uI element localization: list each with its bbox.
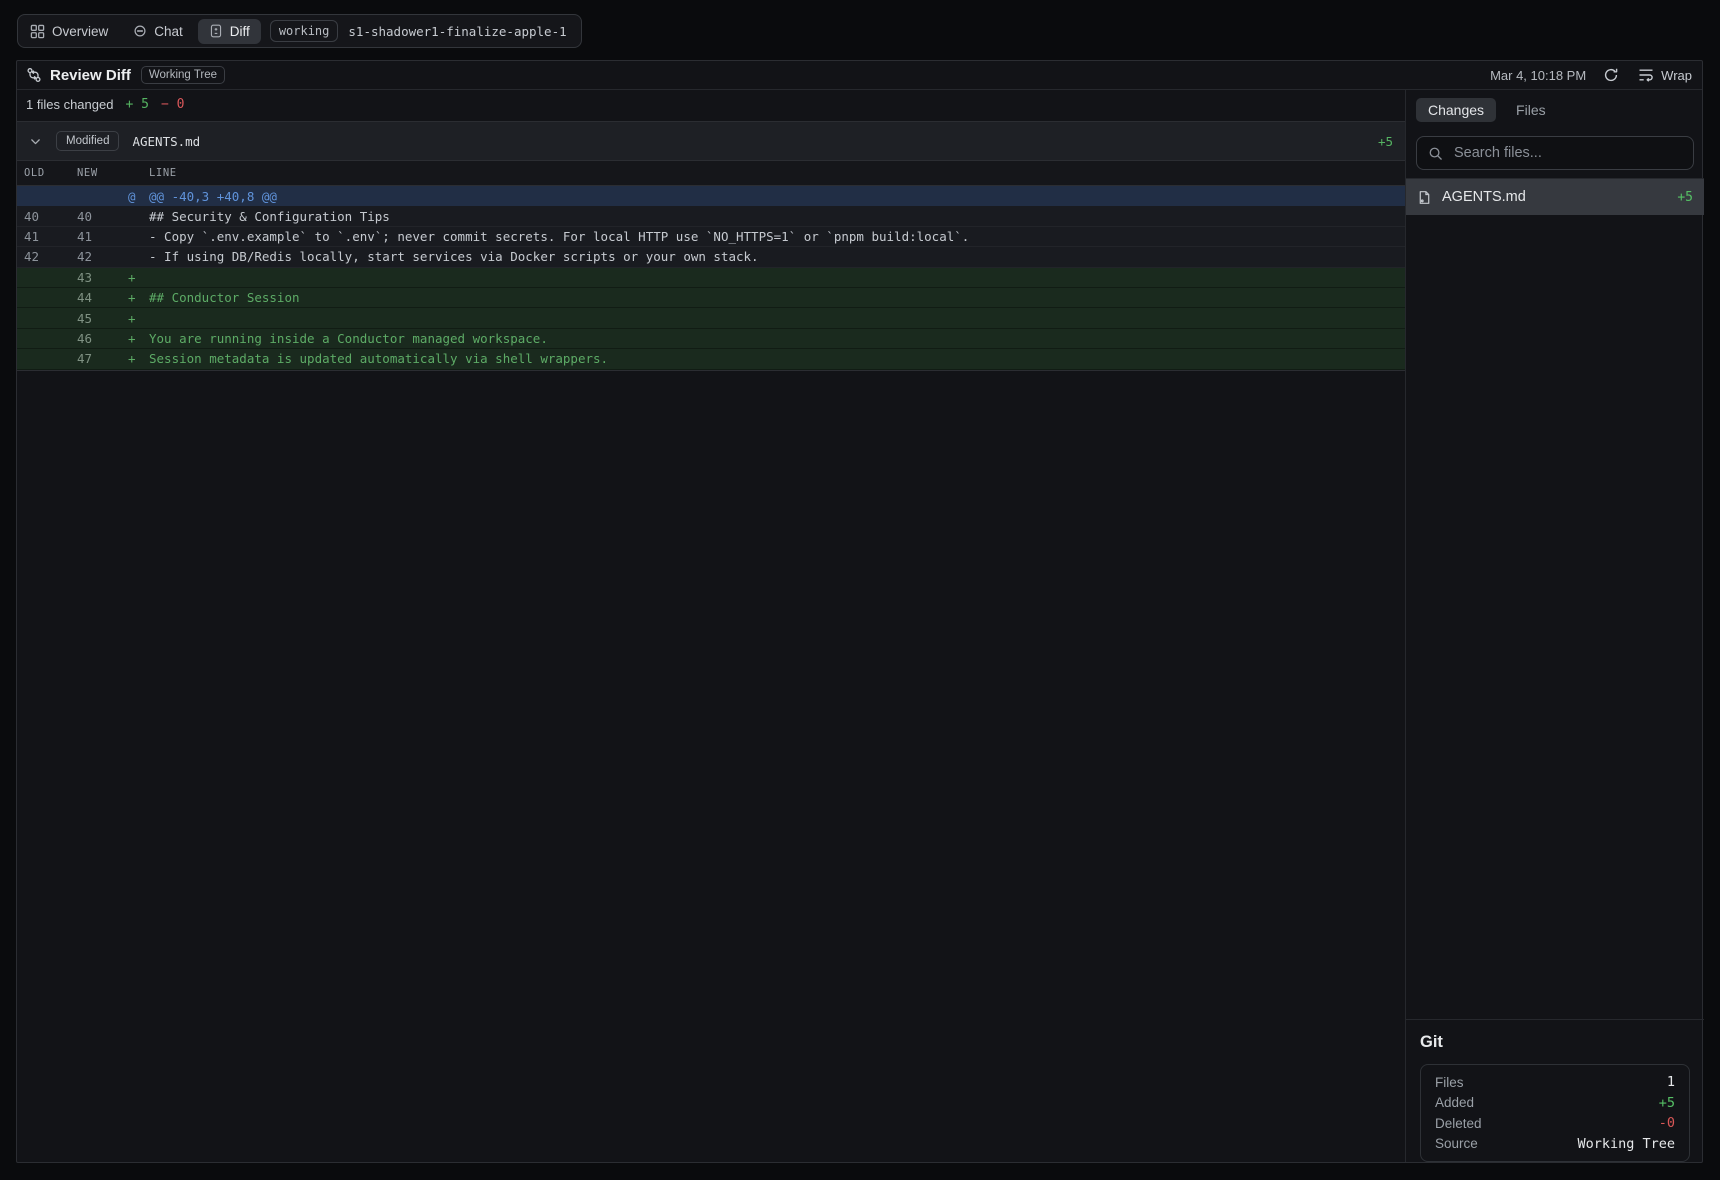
file-icon [1417,190,1432,205]
working-tree-badge: Working Tree [140,66,226,84]
changed-file-list: AGENTS.md +5 [1406,179,1704,215]
git-compare-icon [26,67,42,83]
diff-line-added: 47 + Session metadata is updated automatic… [17,349,1405,370]
git-stat-label: Added [1435,1095,1475,1111]
file-diff-header[interactable]: Modified AGENTS.md +5 [17,121,1405,161]
grid-icon [30,24,45,39]
tab-changes[interactable]: Changes [1416,98,1497,122]
git-stat-value: 1 [1666,1074,1675,1091]
refresh-icon [1603,67,1619,83]
refresh-button[interactable] [1603,67,1619,83]
tab-diff-label: Diff [229,23,250,39]
search-input[interactable] [1452,144,1682,162]
sidebar: Changes Files AGENTS.md +5 Git Files 1 Add… [1405,89,1704,1162]
text-wrap-icon [1638,67,1654,83]
diff-stats-bar: 1 files changed + 5 − 0 [17,89,1405,119]
git-heading: Git [1420,1033,1443,1051]
git-stat-label: Source [1435,1136,1478,1152]
wrap-label: Wrap [1661,67,1692,83]
modified-status-badge: Modified [56,131,120,151]
file-search-box [1416,136,1694,170]
diff-column-header: OLD NEW LINE [17,161,1405,186]
tab-diff[interactable]: Diff [197,18,261,44]
page-title: Review Diff [50,66,131,84]
column-line-label: LINE [149,167,177,179]
diff-line-added: 46 + You are running inside a Conductor ma… [17,328,1405,350]
column-new-label: NEW [77,167,98,179]
chat-icon [133,24,147,38]
tab-overview-label: Overview [52,23,109,39]
diff-line-added: 43 + [17,267,1405,288]
git-stats-box: Files 1 Added +5 Deleted -0 Source Working Tree [1420,1064,1690,1162]
list-item[interactable]: AGENTS.md +5 [1406,179,1704,215]
git-stat-row: Files 1 [1421,1072,1689,1093]
file-name: AGENTS.md [1442,189,1526,205]
tab-chat[interactable]: Chat [133,24,183,39]
panel-header: Review Diff Working Tree Mar 4, 10:18 PM [17,61,1702,90]
git-stat-row: Deleted -0 [1421,1113,1689,1134]
top-tab-bar: Overview Chat Diff working s1-shadower1-… [17,14,582,48]
tab-chat-label: Chat [154,23,183,39]
git-stat-label: Deleted [1435,1115,1482,1131]
additions-count: + 5 [125,96,149,112]
wrap-toggle-button[interactable]: Wrap [1638,67,1692,83]
files-changed-label: 1 files changed [26,96,114,112]
search-icon [1428,146,1443,161]
git-stat-value: +5 [1658,1094,1675,1111]
sidebar-tabs: Changes Files [1406,89,1704,122]
git-section: Git Files 1 Added +5 Deleted -0 Source Working … [1406,1019,1704,1162]
deletions-count: − 0 [160,96,185,112]
diff-pane: 1 files changed + 5 − 0 Modified AGENTS.… [17,89,1405,1162]
tab-files[interactable]: Files [1504,98,1558,122]
file-additions-count: +5 [1377,133,1393,149]
git-stat-value: Working Tree [1577,1135,1675,1152]
diff-line-context: 40 40 ## Security & Configuration Tips [17,206,1405,227]
column-old-label: OLD [24,167,45,179]
diff-line-added: 45 + [17,308,1405,329]
review-diff-panel: Review Diff Working Tree Mar 4, 10:18 PM [16,60,1704,1163]
diff-line-context: 42 42- If using DB/Redis locally, start s… [17,247,1405,268]
chevron-down-icon[interactable] [29,135,42,148]
git-stat-label: Files [1435,1074,1464,1090]
git-stat-value: -0 [1658,1115,1675,1132]
diff-filename: AGENTS.md [132,133,201,149]
timestamp: Mar 4, 10:18 PM [1490,67,1587,83]
tab-overview[interactable]: Overview [30,24,108,39]
git-stat-row: Source Working Tree [1421,1134,1689,1155]
file-diff-card: Modified AGENTS.md +5 OLD NEW LINE @ @@ -… [17,121,1405,371]
git-stat-row: Added +5 [1421,1093,1689,1114]
diff-file-icon [209,24,223,38]
working-status-badge: working [269,20,339,42]
diff-line-added: 44 + ## Conductor Session [17,287,1405,309]
branch-name: s1-shadower1-finalize-apple-1 [348,23,567,39]
diff-line-context: 41 41- Copy `.env.example` to `.env`; nev… [17,226,1405,248]
diff-rows: @ @@ -40,3 +40,8 @@ 40 40 ## Security & Conf… [17,186,1405,371]
diff-line-hunk: @ @@ -40,3 +40,8 @@ [17,186,1405,207]
file-additions: +5 [1677,189,1693,205]
